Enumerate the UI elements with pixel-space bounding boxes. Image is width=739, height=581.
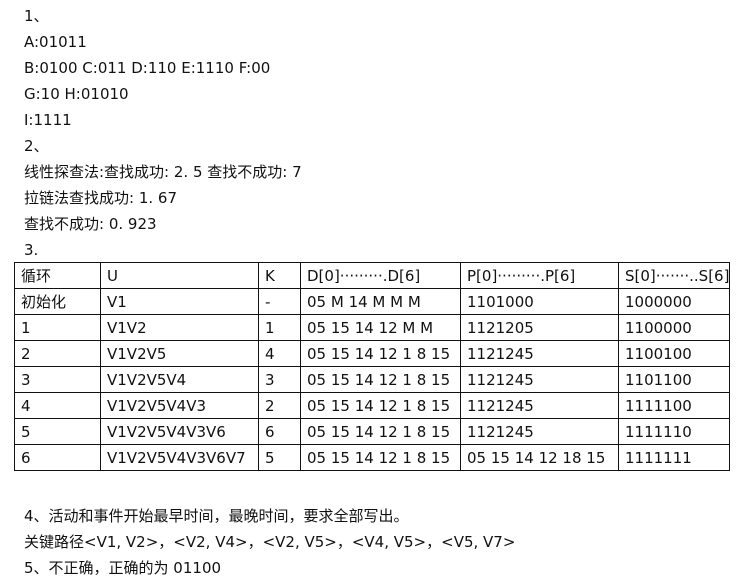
q2-number: 2、: [24, 137, 49, 155]
table-cell: V1: [100, 288, 259, 315]
q1-code-line: B:0100 C:011 D:110 E:1110 F:00: [24, 59, 271, 77]
table-cell: 3: [14, 366, 101, 393]
table-cell: -: [258, 288, 301, 315]
q1-code-line: A:01011: [24, 33, 87, 51]
table-header-cell: S[0]·······..S[6]: [617, 262, 731, 289]
table-row: 4 V1V2V5V4V3 2 05 15 14 12 1 8 15 1121245 111…: [14, 392, 731, 419]
q1-code-line: G:10 H:01010: [24, 85, 129, 103]
table-cell: 5: [14, 418, 101, 445]
table-cell: 初始化: [14, 288, 101, 315]
trailing-answers: 4、活动和事件开始最早时间，最晚时间，要求全部写出。 关键路径<V1, V2>，…: [24, 503, 515, 581]
table-cell: 05 M 14 M M M: [300, 288, 461, 315]
dijkstra-table: 循环 U K D[0]·········.D[6] P[0]·········.P[6]…: [14, 262, 731, 471]
table-cell: 1: [258, 314, 301, 341]
table-row: 3 V1V2V5V4 3 05 15 14 12 1 8 15 1121245 11011…: [14, 366, 731, 393]
table-cell: 1121245: [460, 340, 619, 367]
document-body: 1、 A:01011 B:0100 C:011 D:110 E:1110 F:0…: [24, 0, 729, 263]
q4-critical-path: 关键路径<V1, V2>，<V2, V4>，<V2, V5>，<V4, V5>，…: [24, 533, 516, 551]
table-cell: 05 15 14 12 1 8 15: [300, 366, 461, 393]
table-row: 1 V1V2 1 05 15 14 12 M M 1121205 1100000: [14, 314, 731, 341]
q2-answer-line: 线性探查法:查找成功: 2. 5 查找不成功: 7: [24, 163, 302, 181]
table-cell: 1111111: [617, 444, 731, 471]
q2-answer-line: 查找不成功: 0. 923: [24, 215, 157, 233]
table-cell: 6: [258, 418, 301, 445]
table-header-cell: K: [258, 262, 301, 289]
q2-answer-line: 拉链法查找成功: 1. 67: [24, 189, 177, 207]
table-cell: 1111110: [617, 418, 731, 445]
table-cell: 1100000: [617, 314, 731, 341]
table-cell: 5: [258, 444, 301, 471]
table-cell: V1V2V5V4V3V6: [100, 418, 259, 445]
table-cell: 1: [14, 314, 101, 341]
table-cell: V1V2V5V4V3V6V7: [100, 444, 259, 471]
table-cell: 05 15 14 12 1 8 15: [300, 340, 461, 367]
table-cell: 1101100: [617, 366, 731, 393]
table-row: 5 V1V2V5V4V3V6 6 05 15 14 12 1 8 15 1121245 1…: [14, 418, 731, 445]
q4-text: 4、活动和事件开始最早时间，最晚时间，要求全部写出。: [24, 507, 409, 525]
q1-number: 1、: [24, 7, 49, 25]
table-cell: V1V2V5: [100, 340, 259, 367]
table-cell: V1V2: [100, 314, 259, 341]
q1-code-line: I:1111: [24, 111, 72, 129]
table-header-cell: D[0]·········.D[6]: [300, 262, 461, 289]
table-cell: 1121205: [460, 314, 619, 341]
table-header-row: 循环 U K D[0]·········.D[6] P[0]·········.P[6]…: [14, 262, 731, 289]
q5-text: 5、不正确，正确的为 01100: [24, 559, 222, 577]
table-cell: 6: [14, 444, 101, 471]
table-cell: 4: [14, 392, 101, 419]
table-cell: 05 15 14 12 18 15: [460, 444, 619, 471]
table-cell: 05 15 14 12 1 8 15: [300, 392, 461, 419]
table-cell: 1100100: [617, 340, 731, 367]
table-body: 循环 U K D[0]·········.D[6] P[0]·········.P[6]…: [14, 262, 731, 471]
table-cell: 05 15 14 12 1 8 15: [300, 418, 461, 445]
table-cell: 2: [14, 340, 101, 367]
table-row: 初始化 V1-05 M 14 M M M 1101000 1000000: [14, 288, 731, 315]
table-cell: 1111100: [617, 392, 731, 419]
table-cell: 4: [258, 340, 301, 367]
q3-number: 3.: [24, 241, 39, 259]
table-cell: 1121245: [460, 418, 619, 445]
table-cell: 05 15 14 12 M M: [300, 314, 461, 341]
table-row: 6 V1V2V5V4V3V6V7 5 05 15 14 12 1 8 15 05 15 …: [14, 444, 731, 471]
table-cell: 1101000: [460, 288, 619, 315]
table-cell: 1121245: [460, 392, 619, 419]
table-row: 2 V1V2V5 4 05 15 14 12 1 8 15 1121245 1100100: [14, 340, 731, 367]
table-header-cell: U: [100, 262, 259, 289]
table-header-cell: P[0]·········.P[6]: [460, 262, 619, 289]
table-cell: 3: [258, 366, 301, 393]
table-cell: 1121245: [460, 366, 619, 393]
table-cell: 2: [258, 392, 301, 419]
table-cell: V1V2V5V4V3: [100, 392, 259, 419]
table-cell: 1000000: [617, 288, 731, 315]
table-cell: V1V2V5V4: [100, 366, 259, 393]
table-cell: 05 15 14 12 1 8 15: [300, 444, 461, 471]
table-header-cell: 循环: [14, 262, 101, 289]
